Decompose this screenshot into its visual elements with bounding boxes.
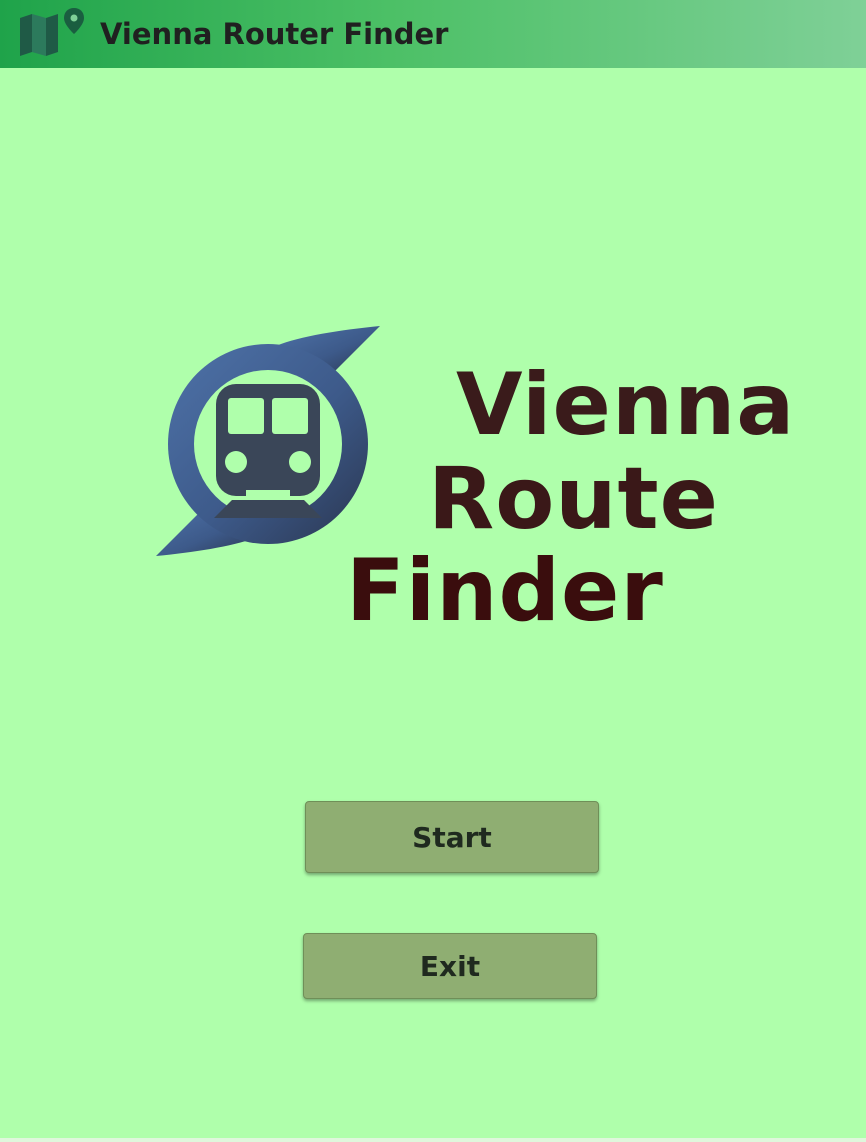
start-button[interactable]: Start [305,801,599,873]
logo-word-route: Route [428,449,719,549]
exit-button[interactable]: Exit [303,933,597,999]
logo-word-finder: Finder [346,541,664,641]
app-title: Vienna Router Finder [100,17,449,51]
map-pin-icon [20,8,84,56]
title-bar: Vienna Router Finder [0,0,866,68]
logo-word-vienna: Vienna [456,355,796,455]
train-icon [156,326,380,556]
bottom-divider [0,1138,866,1142]
